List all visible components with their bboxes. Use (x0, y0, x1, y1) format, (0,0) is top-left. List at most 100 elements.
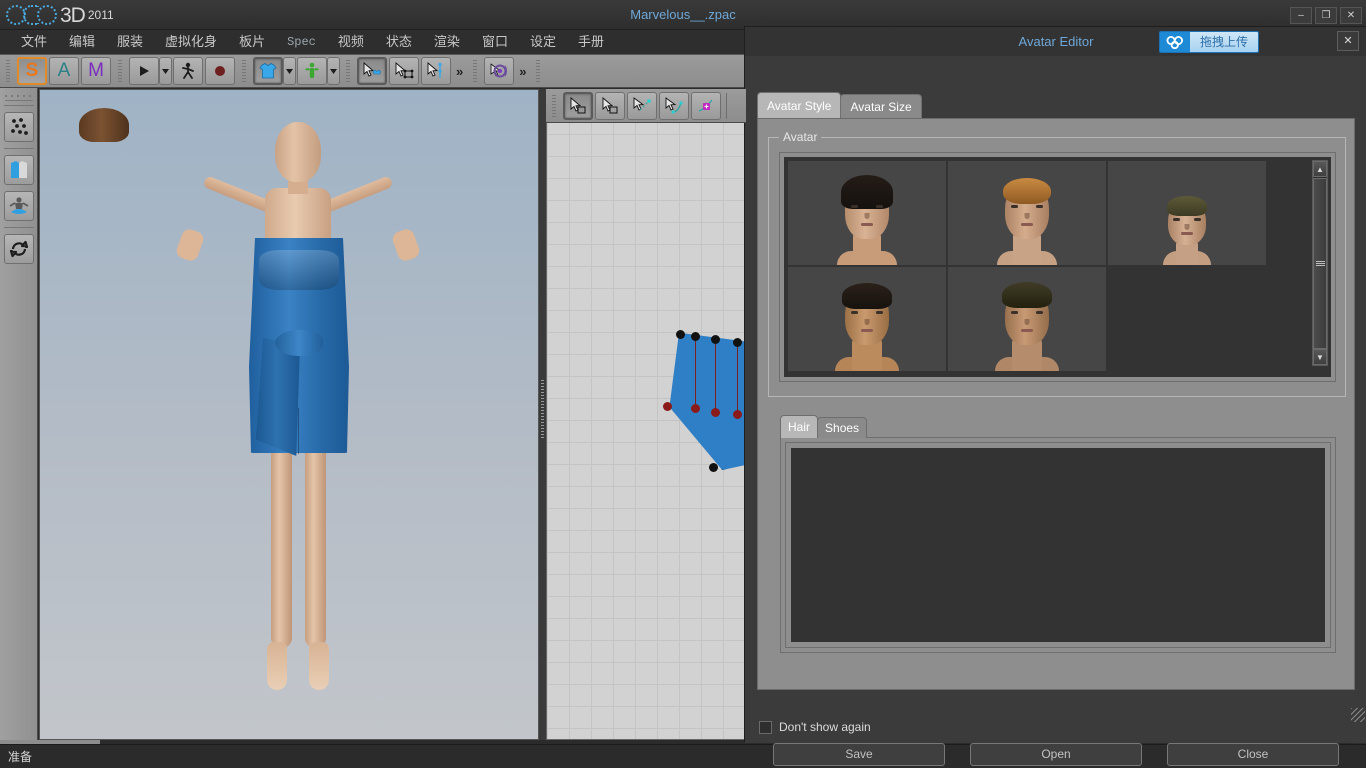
scroll-down-arrow-icon[interactable]: ▼ (1313, 349, 1327, 365)
menu-settings[interactable]: 设定 (519, 30, 567, 54)
dialog-close-icon[interactable]: ✕ (1337, 31, 1359, 51)
scrollbar-thumb[interactable] (1313, 178, 1327, 349)
edit-curve-point-tool-icon[interactable] (595, 91, 625, 120)
menu-file[interactable]: 文件 (10, 30, 58, 54)
menu-window[interactable]: 窗口 (471, 30, 519, 54)
face-nose (1024, 213, 1030, 219)
menu-garment[interactable]: 服装 (106, 30, 154, 54)
toolbar-grip-4[interactable] (345, 58, 353, 84)
avatar-dropdown-arrow[interactable] (327, 57, 340, 85)
dialog-title: Avatar Editor (1018, 34, 1094, 49)
toolbar-overflow-chevron[interactable]: » (452, 64, 467, 79)
select-mesh-tool-icon[interactable] (389, 57, 419, 85)
simulation-mode-button[interactable]: S (17, 57, 47, 85)
pattern-toolbar-grip[interactable] (551, 92, 559, 119)
avatar-thumb-western-female[interactable] (948, 161, 1106, 265)
menu-manual[interactable]: 手册 (567, 30, 615, 54)
toolbar-overflow-chevron-2[interactable]: » (515, 64, 530, 79)
modular-mode-button[interactable]: M (81, 57, 111, 85)
record-button[interactable] (205, 57, 235, 85)
menu-avatar[interactable]: 虚拟化身 (154, 30, 228, 54)
open-button[interactable]: Open (970, 743, 1142, 766)
toolbar-grip-2[interactable] (117, 58, 125, 84)
garment-bodice-fold (259, 250, 339, 290)
garment-color-tool-icon[interactable] (3, 155, 34, 185)
scroll-up-arrow-icon[interactable]: ▲ (1313, 161, 1327, 177)
menu-spec[interactable]: Spec (276, 30, 327, 54)
pattern-node-red[interactable] (733, 410, 742, 419)
face-eye-left (1011, 205, 1018, 208)
edit-pattern-tool-icon[interactable] (563, 91, 593, 120)
play-button[interactable] (129, 57, 159, 85)
tab-shoes[interactable]: Shoes (817, 417, 868, 438)
face-mouth (1021, 223, 1033, 226)
drag-upload-button[interactable]: 拖拽上传 (1159, 31, 1259, 53)
pattern-node[interactable] (733, 338, 742, 347)
2d-pattern-window[interactable] (546, 89, 746, 740)
dont-show-again-row[interactable]: Don't show again (759, 720, 871, 734)
avatar-list-scrollbar[interactable]: ▲ ▼ (1312, 160, 1328, 366)
toolbar-grip[interactable] (5, 58, 13, 84)
pattern-node[interactable] (676, 330, 685, 339)
tab-avatar-size[interactable]: Avatar Size (840, 94, 922, 118)
pattern-node[interactable] (691, 332, 700, 341)
face-mouth (861, 329, 873, 332)
hair-thumbnail-list[interactable] (790, 447, 1326, 643)
menu-edit[interactable]: 编辑 (58, 30, 106, 54)
avatar-thumb-asian-female[interactable] (788, 161, 946, 265)
garment-dropdown-arrow[interactable] (283, 57, 296, 85)
save-button[interactable]: Save (773, 743, 945, 766)
avatar-tool-icon[interactable] (3, 191, 34, 221)
avatar-thumb-child[interactable] (1108, 161, 1266, 265)
play-dropdown-arrow[interactable] (159, 57, 172, 85)
avatar-thumbnail-list[interactable]: ▲ ▼ (783, 156, 1332, 378)
close-button[interactable]: ✕ (1340, 7, 1362, 24)
avatar-thumb-western-male[interactable] (948, 267, 1106, 371)
face-eye-right (1194, 218, 1201, 221)
animation-mode-button[interactable]: A (49, 57, 79, 85)
menu-render[interactable]: 渲染 (423, 30, 471, 54)
face-nose (864, 319, 870, 325)
toolbar-grip-6[interactable] (535, 58, 544, 84)
dont-show-again-checkbox[interactable] (759, 720, 772, 734)
pattern-node[interactable] (711, 335, 720, 344)
avatar-thumb-asian-male[interactable] (788, 267, 946, 371)
left-toolbar-grip[interactable] (4, 91, 33, 101)
pattern-node-red[interactable] (663, 402, 672, 411)
tab-hair[interactable]: Hair (780, 415, 819, 438)
dialog-resize-grip[interactable] (1351, 708, 1365, 722)
close-button[interactable]: Close (1167, 743, 1339, 766)
edit-curvature-tool-icon[interactable] (659, 91, 689, 120)
menu-video[interactable]: 视频 (327, 30, 375, 54)
left-toolbar-separator-1 (3, 105, 34, 106)
menu-state[interactable]: 状态 (375, 30, 423, 54)
avatar-left-leg (271, 438, 292, 648)
pattern-piece[interactable] (663, 330, 745, 472)
viewport-splitter-grip[interactable] (541, 380, 544, 440)
sync-tool-icon[interactable] (3, 234, 34, 264)
restore-button[interactable]: ❐ (1315, 7, 1337, 24)
walk-button[interactable] (173, 57, 203, 85)
3d-garment-viewport[interactable] (39, 89, 539, 740)
transform-pattern-tool-icon[interactable] (627, 91, 657, 120)
particle-distance-tool-icon[interactable] (3, 112, 34, 142)
pattern-node-red[interactable] (711, 408, 720, 417)
render-tool-icon[interactable] (484, 57, 515, 85)
avatar-toggle-button[interactable] (297, 57, 327, 85)
pattern-node[interactable] (709, 463, 718, 472)
tab-avatar-style[interactable]: Avatar Style (757, 92, 842, 118)
menu-pattern[interactable]: 板片 (228, 30, 276, 54)
garment-toggle-button[interactable] (253, 57, 283, 85)
pattern-node-red[interactable] (691, 404, 700, 413)
toolbar-grip-3[interactable] (241, 58, 249, 84)
avatar-face-preview (1163, 191, 1211, 265)
minimize-button[interactable]: – (1290, 7, 1312, 24)
add-point-tool-icon[interactable] (691, 91, 721, 120)
face-eye-left (1011, 311, 1018, 314)
pattern-dart-line-2 (715, 339, 716, 409)
select-pin-tool-icon[interactable] (421, 57, 451, 85)
toolbar-grip-5[interactable] (472, 58, 481, 84)
avatar-face-preview (835, 279, 899, 371)
select-garment-tool-icon[interactable] (357, 57, 387, 85)
face-hair (1003, 178, 1051, 204)
